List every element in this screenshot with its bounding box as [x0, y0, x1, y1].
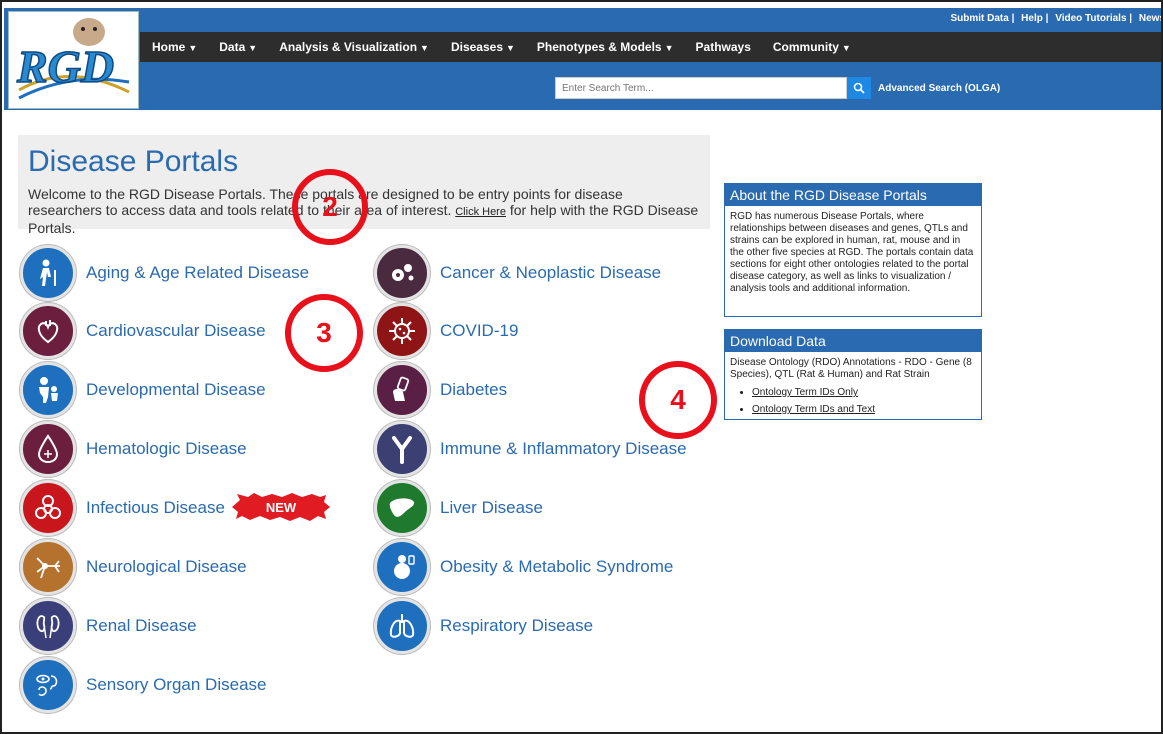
- main-navbar: Home ▼ Data ▼ Analysis & Visualization ▼ Di…: [140, 32, 1161, 62]
- page-frame: RGD Submit Data | Help | Video Tutorials…: [0, 0, 1163, 734]
- download-box-body: Disease Ontology (RDO) Annotations - RDO…: [725, 352, 981, 426]
- search-icon: [853, 82, 865, 94]
- portal-covid19[interactable]: COVID-19: [374, 303, 518, 359]
- page-title: Disease Portals: [28, 145, 239, 178]
- neuron-icon: [20, 539, 76, 595]
- about-box-body: RGD has numerous Disease Portals, where …: [730, 211, 974, 294]
- antibody-icon: [374, 421, 430, 477]
- portal-developmental[interactable]: Developmental Disease: [20, 362, 266, 418]
- portal-renal[interactable]: Renal Disease: [20, 598, 197, 654]
- portal-obesity[interactable]: Obesity & Metabolic Syndrome: [374, 539, 673, 595]
- search-input[interactable]: [555, 77, 847, 99]
- download-data-box: Download Data Disease Ontology (RDO) Ann…: [724, 329, 982, 420]
- svg-text:RGD: RGD: [16, 41, 114, 92]
- nav-community[interactable]: Community ▼: [773, 40, 851, 54]
- child-icon: [20, 362, 76, 418]
- download-box-title: Download Data: [725, 330, 981, 352]
- portal-neurological[interactable]: Neurological Disease: [20, 539, 247, 595]
- portal-cancer[interactable]: Cancer & Neoplastic Disease: [374, 245, 661, 301]
- about-disease-portals-box: About the RGD Disease Portals RGD has nu…: [724, 183, 982, 317]
- nav-home[interactable]: Home ▼: [152, 40, 197, 54]
- search-button[interactable]: [847, 77, 871, 99]
- portal-sensory-organ[interactable]: Sensory Organ Disease: [20, 657, 266, 713]
- click-here-link[interactable]: Click Here: [455, 206, 506, 218]
- nav-phenotypes[interactable]: Phenotypes & Models ▼: [537, 40, 674, 54]
- annotation-marker-2: 2: [292, 169, 368, 245]
- annotation-marker-4: 4: [639, 361, 717, 439]
- sensory-organ-icon: [20, 657, 76, 713]
- portal-aging[interactable]: Aging & Age Related Disease: [20, 245, 309, 301]
- list-item: Ontology Term IDs and Text: [752, 404, 976, 416]
- nav-diseases[interactable]: Diseases ▼: [451, 40, 515, 54]
- portal-respiratory[interactable]: Respiratory Disease: [374, 598, 593, 654]
- caret-down-icon: ▼: [841, 43, 851, 53]
- virus-icon: [374, 303, 430, 359]
- cancer-cell-icon: [374, 245, 430, 301]
- rgd-logo[interactable]: RGD: [8, 11, 139, 109]
- portal-infectious[interactable]: Infectious Disease: [20, 480, 225, 536]
- portal-diabetes[interactable]: Diabetes: [374, 362, 507, 418]
- nav-analysis[interactable]: Analysis & Visualization ▼: [279, 40, 429, 54]
- submit-data-link[interactable]: Submit Data: [950, 13, 1008, 24]
- blood-drop-icon: [20, 421, 76, 477]
- advanced-search-link[interactable]: Advanced Search (OLGA): [878, 83, 1000, 94]
- caret-down-icon: ▼: [248, 43, 258, 53]
- portal-liver[interactable]: Liver Disease: [374, 480, 543, 536]
- caret-down-icon: ▼: [188, 43, 198, 53]
- nav-data[interactable]: Data ▼: [219, 40, 257, 54]
- top-links: Submit Data | Help | Video Tutorials | N…: [950, 13, 1163, 24]
- ontology-ids-only-link[interactable]: Ontology Term IDs Only: [752, 387, 858, 398]
- nav-pathways[interactable]: Pathways: [696, 40, 751, 54]
- elderly-icon: [20, 245, 76, 301]
- site-header: RGD Submit Data | Help | Video Tutorials…: [4, 8, 1163, 110]
- annotation-marker-3: 3: [285, 294, 363, 372]
- video-tutorials-link[interactable]: Video Tutorials: [1055, 13, 1126, 24]
- obesity-icon: [374, 539, 430, 595]
- news-link[interactable]: News: [1139, 13, 1161, 24]
- ontology-ids-and-text-link[interactable]: Ontology Term IDs and Text: [752, 404, 875, 415]
- caret-down-icon: ▼: [420, 43, 429, 53]
- portal-cardiovascular[interactable]: Cardiovascular Disease: [20, 303, 266, 359]
- new-badge: NEW: [232, 493, 330, 521]
- biohazard-icon: [20, 480, 76, 536]
- liver-icon: [374, 480, 430, 536]
- list-item: Ontology Term IDs Only: [752, 387, 976, 399]
- lungs-icon: [374, 598, 430, 654]
- help-link[interactable]: Help: [1021, 13, 1043, 24]
- insulin-icon: [374, 362, 430, 418]
- caret-down-icon: ▼: [506, 43, 515, 53]
- about-box-title: About the RGD Disease Portals: [725, 184, 981, 206]
- portal-immune[interactable]: Immune & Inflammatory Disease: [374, 421, 687, 477]
- search-bar: Advanced Search (OLGA): [555, 77, 1000, 99]
- kidney-icon: [20, 598, 76, 654]
- heart-icon: [20, 303, 76, 359]
- caret-down-icon: ▼: [664, 43, 674, 53]
- svg-text:NEW: NEW: [266, 500, 297, 515]
- portal-hematologic[interactable]: Hematologic Disease: [20, 421, 247, 477]
